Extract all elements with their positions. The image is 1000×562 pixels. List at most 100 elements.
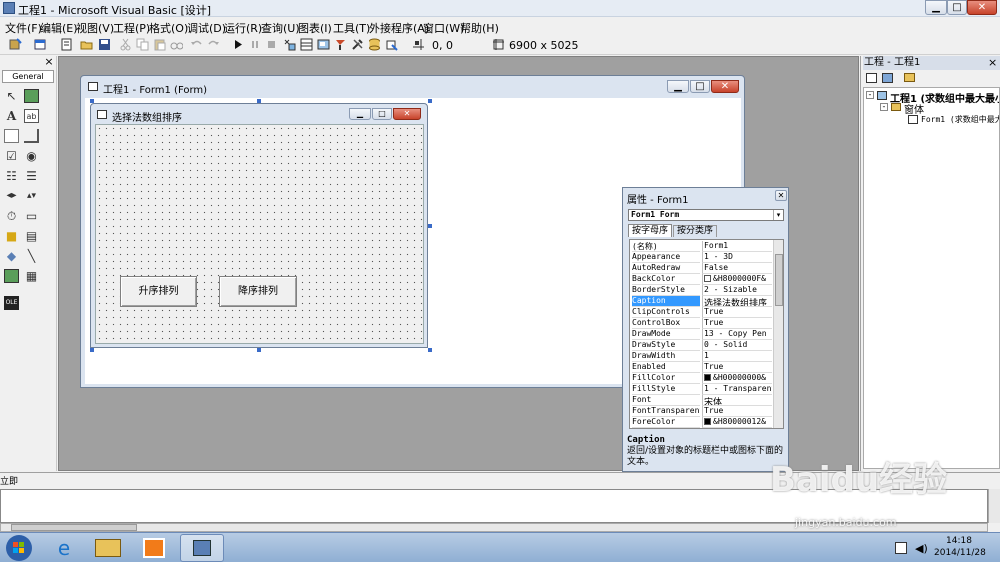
property-row[interactable]: FillStyle 1 - Transparent: [630, 384, 772, 395]
menu-addins[interactable]: 外接程序(A): [369, 20, 429, 36]
property-row[interactable]: BackColor &H8000000F&: [630, 274, 772, 285]
tab-categorized[interactable]: 按分类序: [673, 225, 717, 237]
menu-run[interactable]: 运行(R): [224, 20, 262, 36]
network-icon[interactable]: [895, 542, 907, 554]
property-row[interactable]: FillColor &H00000000&: [630, 373, 772, 384]
view-object-icon[interactable]: [882, 73, 893, 83]
image-tool-icon[interactable]: [4, 269, 19, 283]
property-row[interactable]: ClipControls True: [630, 307, 772, 318]
resize-handle[interactable]: [90, 99, 94, 103]
save-project-icon[interactable]: [98, 38, 111, 51]
property-row[interactable]: DrawStyle 0 - Solid: [630, 340, 772, 351]
project-explorer-icon[interactable]: [283, 38, 296, 51]
property-row[interactable]: AutoRedraw False: [630, 263, 772, 274]
property-row[interactable]: Enabled True: [630, 362, 772, 373]
maximize-button[interactable]: □: [947, 0, 967, 15]
menu-view[interactable]: 视图(V): [76, 20, 114, 36]
property-row[interactable]: Appearance 1 - 3D: [630, 252, 772, 263]
redo-icon[interactable]: [207, 38, 220, 51]
tree-collapse-icon[interactable]: -: [880, 103, 888, 111]
ie-icon[interactable]: e: [50, 536, 78, 560]
property-row[interactable]: ForeColor &H80000012&: [630, 417, 772, 428]
menu-format[interactable]: 格式(O): [149, 20, 188, 36]
toolbox-close-button[interactable]: ×: [43, 56, 55, 68]
timer-tool-icon[interactable]: ⏱: [4, 209, 19, 223]
scrollbar-thumb[interactable]: [775, 254, 783, 306]
properties-window-icon[interactable]: [300, 38, 313, 51]
chevron-down-icon[interactable]: ▾: [773, 210, 783, 220]
open-project-icon[interactable]: [80, 38, 93, 51]
designer-close-button[interactable]: ✕: [711, 80, 739, 93]
menu-edit[interactable]: 编辑(E): [40, 20, 78, 36]
paste-icon[interactable]: [153, 38, 166, 51]
vscrollbar-tool-icon[interactable]: ▴▾: [24, 189, 39, 203]
resize-handle[interactable]: [428, 348, 432, 352]
frame-tool-icon[interactable]: [4, 129, 19, 143]
vb-taskbar-button[interactable]: [180, 534, 224, 562]
project-explorer-close-button[interactable]: ×: [988, 56, 997, 69]
menu-diagram[interactable]: 图表(I): [298, 20, 332, 36]
property-grid[interactable]: (名称) Form1 Appearance 1 - 3D AutoRedraw Fal…: [629, 239, 784, 429]
cut-icon[interactable]: [119, 38, 132, 51]
resize-handle[interactable]: [257, 99, 261, 103]
object-selector[interactable]: Form1 Form: [628, 209, 784, 221]
menu-debug[interactable]: 调试(D): [187, 20, 226, 36]
tree-form1[interactable]: Form1 (求数组中最大: [921, 114, 999, 125]
line-tool-icon[interactable]: ╲: [24, 249, 39, 263]
resize-handle[interactable]: [90, 348, 94, 352]
menu-project[interactable]: 工程(P): [113, 20, 150, 36]
picturebox-tool-icon[interactable]: [24, 89, 39, 103]
clock-date[interactable]: 2014/11/28: [934, 548, 986, 558]
property-row[interactable]: FontTransparent True: [630, 406, 772, 417]
hscrollbar-tool-icon[interactable]: ◂▸: [4, 189, 19, 203]
toggle-folders-icon[interactable]: [904, 73, 915, 82]
find-icon[interactable]: [170, 38, 183, 51]
minimize-button[interactable]: ▁: [925, 0, 947, 15]
ole-tool-icon[interactable]: OLE: [4, 296, 19, 310]
commandbutton-tool-icon[interactable]: [24, 129, 39, 143]
volume-icon[interactable]: ◀): [915, 542, 928, 555]
form-minimize-button[interactable]: ▁: [349, 108, 371, 120]
data-view-icon[interactable]: [368, 38, 381, 51]
checkbox-tool-icon[interactable]: ☑: [4, 149, 19, 163]
label-tool-icon[interactable]: A: [4, 109, 19, 123]
immediate-vscrollbar[interactable]: [988, 489, 1000, 523]
property-row-selected[interactable]: Caption 选择法数组排序: [630, 296, 772, 307]
project-tree[interactable]: - 工程1 (求数组中最大最小 - 窗体 Form1 (求数组中最大: [863, 87, 1000, 469]
properties-close-button[interactable]: ✕: [775, 190, 787, 201]
start-icon[interactable]: [232, 38, 245, 51]
copy-icon[interactable]: [136, 38, 149, 51]
explorer-icon[interactable]: [95, 539, 121, 557]
property-row[interactable]: (名称) Form1: [630, 241, 772, 252]
data-tool-icon[interactable]: ▦: [24, 269, 39, 283]
resize-handle[interactable]: [257, 348, 261, 352]
menu-editor-icon[interactable]: [60, 38, 73, 51]
textbox-tool-icon[interactable]: ab: [24, 109, 39, 123]
sort-descending-button[interactable]: 降序排列: [219, 276, 297, 307]
view-code-icon[interactable]: [866, 73, 877, 83]
filelistbox-tool-icon[interactable]: ▤: [24, 229, 39, 243]
add-project-icon[interactable]: [9, 38, 22, 51]
property-row[interactable]: BorderStyle 2 - Sizable: [630, 285, 772, 296]
menu-query[interactable]: 查询(U): [261, 20, 300, 36]
pointer-tool-icon[interactable]: ↖: [4, 89, 19, 103]
scrollbar-thumb[interactable]: [11, 524, 137, 531]
drivelistbox-tool-icon[interactable]: ▭: [24, 209, 39, 223]
menu-window[interactable]: 窗口(W): [423, 20, 464, 36]
properties-window[interactable]: 属性 - Form1 ✕ Form1 Form ▾ 按字母序 按分类序 (名称)…: [622, 187, 789, 472]
resize-handle[interactable]: [428, 224, 432, 228]
tree-collapse-icon[interactable]: -: [866, 91, 874, 99]
designed-form[interactable]: 选择法数组排序 ▁ □ ✕ 升序排列 降序排列: [90, 103, 428, 348]
menu-tools[interactable]: 工具(T): [333, 20, 370, 36]
optionbutton-tool-icon[interactable]: ◉: [24, 149, 39, 163]
close-button[interactable]: ✕: [967, 0, 997, 15]
toolbox-tab-general[interactable]: General: [2, 70, 54, 83]
form-maximize-button[interactable]: □: [372, 108, 392, 120]
add-form-icon[interactable]: [34, 38, 47, 51]
form-layout-icon[interactable]: [317, 38, 330, 51]
property-grid-scrollbar[interactable]: [773, 240, 783, 428]
menu-file[interactable]: 文件(F): [5, 20, 42, 36]
property-row[interactable]: ControlBox True: [630, 318, 772, 329]
end-icon[interactable]: [265, 38, 278, 51]
form-client-area[interactable]: [95, 124, 424, 344]
